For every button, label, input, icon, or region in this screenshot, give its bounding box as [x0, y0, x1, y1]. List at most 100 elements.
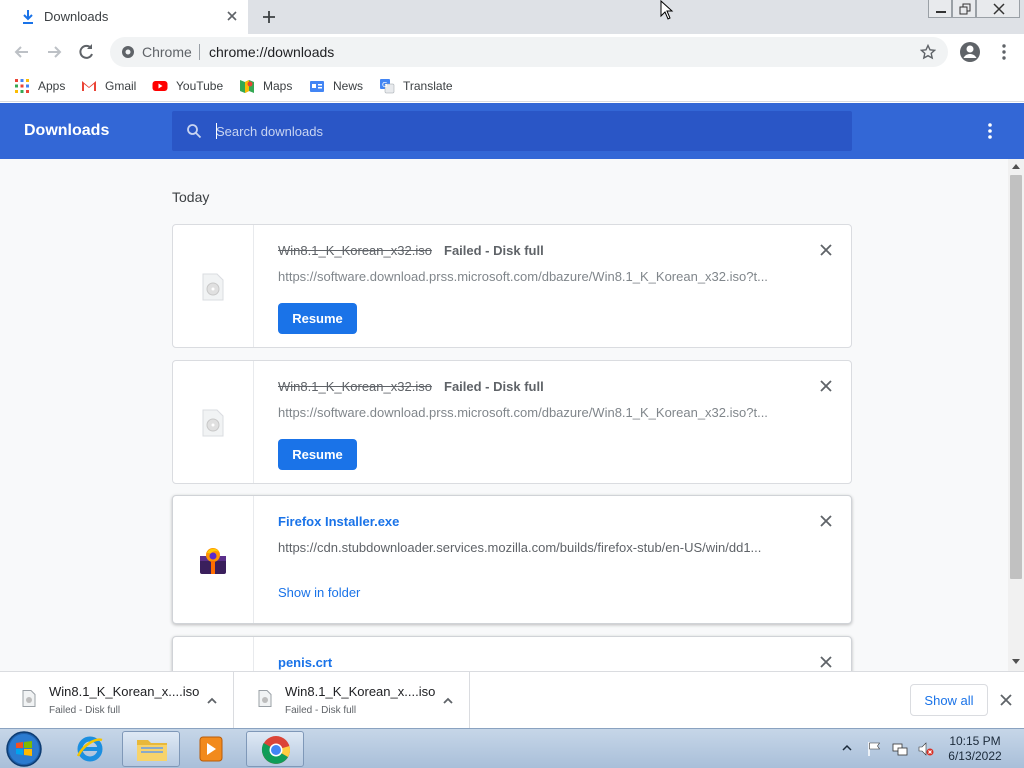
windows-start-orb-icon[interactable]: [4, 730, 44, 768]
download-item: penis.crt: [172, 636, 852, 671]
clock-date: 6/13/2022: [948, 749, 1002, 763]
chip-separator: [199, 44, 200, 60]
file-icon-column: [173, 496, 254, 623]
taskbar-media-player[interactable]: [182, 731, 240, 767]
resume-button[interactable]: Resume: [278, 303, 357, 334]
downloads-header: Downloads: [0, 103, 1024, 159]
show-hidden-icons-icon[interactable]: [842, 743, 852, 753]
windows-taskbar: 10:15 PM 6/13/2022: [0, 728, 1024, 768]
file-icon-column: [173, 637, 254, 671]
network-icon[interactable]: [892, 741, 908, 757]
gmail-icon: [82, 81, 96, 91]
remove-download-icon[interactable]: [819, 514, 833, 528]
bookmark-star-icon[interactable]: [920, 44, 936, 60]
close-window-button[interactable]: [976, 0, 1020, 18]
bookmark-label: YouTube: [176, 79, 224, 93]
taskbar-chrome[interactable]: [246, 731, 304, 767]
restore-button[interactable]: [952, 0, 976, 18]
download-item: Firefox Installer.exe https://cdn.stubdo…: [172, 495, 852, 624]
bookmark-gmail[interactable]: Gmail: [81, 76, 136, 96]
tab-title: Downloads: [44, 9, 109, 24]
shelf-download-item[interactable]: Win8.1_K_Korean_x....iso Failed - Disk f…: [236, 672, 470, 728]
remove-download-icon[interactable]: [819, 243, 833, 257]
site-chip: Chrome: [142, 44, 192, 60]
disc-file-icon: [202, 273, 224, 301]
file-name-link[interactable]: Firefox Installer.exe: [278, 514, 399, 529]
system-clock[interactable]: 10:15 PM 6/13/2022: [940, 734, 1010, 764]
bookmark-label: Maps: [263, 79, 293, 93]
scroll-down-arrow-icon[interactable]: [1012, 659, 1020, 665]
mouse-pointer-icon: [660, 0, 674, 20]
shelf-download-item[interactable]: Win8.1_K_Korean_x....iso Failed - Disk f…: [0, 672, 234, 728]
remove-download-icon[interactable]: [819, 379, 833, 393]
action-center-flag-icon[interactable]: [866, 741, 882, 757]
close-shelf-icon[interactable]: [999, 693, 1013, 707]
source-url: https://software.download.prss.microsoft…: [278, 269, 768, 284]
download-shelf: Win8.1_K_Korean_x....iso Failed - Disk f…: [0, 671, 1024, 728]
search-input[interactable]: [216, 121, 816, 141]
download-item: Win8.1_K_Korean_x32.iso Failed - Disk fu…: [172, 224, 852, 348]
bookmark-label: Translate: [403, 79, 453, 93]
resume-button[interactable]: Resume: [278, 439, 357, 470]
bookmark-apps[interactable]: Apps: [14, 76, 65, 96]
scroll-up-arrow-icon[interactable]: [1012, 163, 1020, 169]
date-section-label: Today: [172, 189, 210, 205]
minimize-icon: [936, 11, 946, 13]
bookmark-news[interactable]: News: [309, 76, 363, 96]
shelf-file-name: Win8.1_K_Korean_x....iso: [49, 684, 200, 699]
bookmarks-bar: Apps Gmail YouTube Maps News G Translate: [0, 70, 1024, 102]
url-text[interactable]: chrome://downloads: [209, 44, 334, 60]
shelf-file-status: Failed - Disk full: [285, 705, 357, 716]
close-icon: [993, 3, 1005, 15]
download-item: Win8.1_K_Korean_x32.iso Failed - Disk fu…: [172, 360, 852, 484]
chevron-up-icon[interactable]: [205, 694, 219, 708]
vertical-scrollbar[interactable]: [1008, 159, 1024, 671]
internet-explorer-icon: [76, 736, 103, 762]
tab-close-icon[interactable]: [224, 8, 240, 24]
tab-strip: Downloads: [0, 0, 1024, 34]
restore-icon: [959, 3, 971, 15]
bookmark-translate[interactable]: G Translate: [379, 76, 453, 96]
scrollbar-thumb[interactable]: [1010, 175, 1022, 579]
chevron-up-icon[interactable]: [441, 694, 455, 708]
source-url[interactable]: https://cdn.stubdownloader.services.mozi…: [278, 540, 778, 555]
apps-grid-icon: [15, 79, 29, 93]
bookmark-label: Gmail: [105, 79, 137, 93]
disc-file-icon: [258, 690, 272, 707]
tab-downloads[interactable]: Downloads: [0, 0, 248, 34]
news-icon: [310, 81, 324, 92]
source-url: https://software.download.prss.microsoft…: [278, 405, 768, 420]
profile-avatar-icon[interactable]: [959, 41, 981, 63]
disc-file-icon: [202, 409, 224, 437]
folder-icon: [137, 740, 167, 761]
more-actions-icon[interactable]: [982, 121, 998, 141]
download-status: Failed - Disk full: [444, 243, 544, 258]
firefox-installer-icon: [200, 548, 226, 574]
chrome-site-icon: [122, 46, 134, 58]
svg-text:G: G: [382, 81, 387, 89]
search-icon: [187, 124, 202, 139]
new-tab-icon[interactable]: [260, 8, 278, 26]
youtube-icon: [152, 81, 168, 91]
address-bar[interactable]: Chrome chrome://downloads: [110, 37, 948, 67]
minimize-button[interactable]: [928, 0, 952, 18]
taskbar-internet-explorer[interactable]: [62, 731, 120, 767]
bookmark-maps[interactable]: Maps: [239, 76, 292, 96]
show-all-button[interactable]: Show all: [910, 684, 988, 716]
volume-muted-icon[interactable]: [918, 741, 934, 757]
file-name-link[interactable]: penis.crt: [278, 655, 332, 670]
taskbar-file-explorer[interactable]: [122, 731, 180, 767]
chrome-menu-icon[interactable]: [994, 42, 1014, 62]
bookmark-youtube[interactable]: YouTube: [152, 76, 223, 96]
show-in-folder-link[interactable]: Show in folder: [278, 585, 360, 600]
remove-download-icon[interactable]: [819, 655, 833, 669]
browser-toolbar: Chrome chrome://downloads: [0, 34, 1024, 70]
back-arrow-icon[interactable]: [12, 42, 32, 62]
text-cursor: [216, 123, 217, 139]
media-player-icon: [199, 736, 223, 762]
bookmark-label: News: [333, 79, 364, 93]
reload-icon[interactable]: [76, 42, 96, 62]
search-box[interactable]: [172, 111, 852, 151]
page-title: Downloads: [24, 122, 110, 139]
forward-arrow-icon[interactable]: [44, 42, 64, 62]
